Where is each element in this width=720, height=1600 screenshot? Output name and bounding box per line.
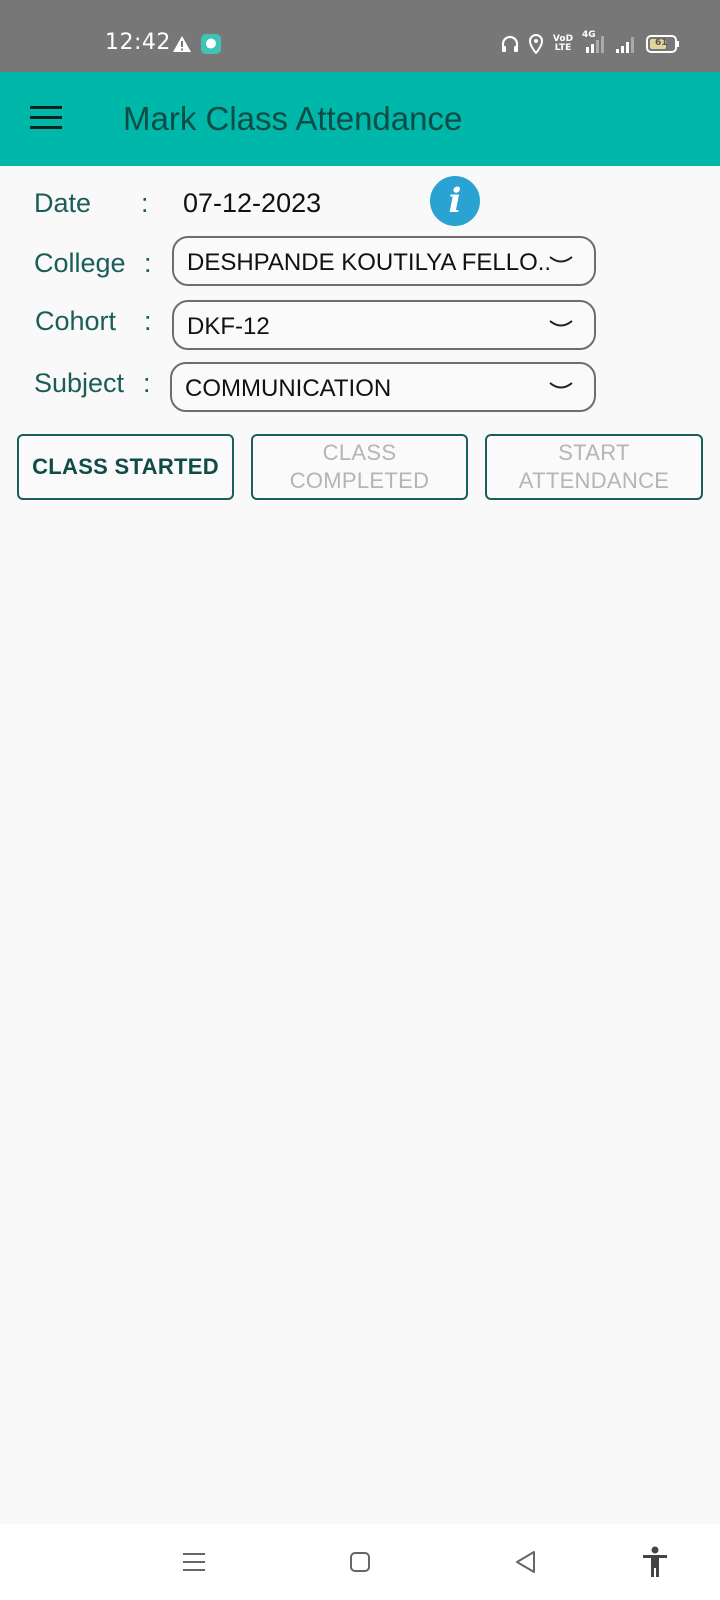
chevron-down-icon [549,382,573,389]
cohort-dropdown[interactable]: DKF-12 [172,300,596,350]
chevron-down-icon [549,256,573,263]
system-nav-bar [0,1524,720,1600]
cohort-colon: : [144,306,152,336]
subject-colon: : [143,368,151,398]
cohort-label: Cohort [35,306,117,336]
subject-selected-value: COMMUNICATION [185,375,392,402]
class-completed-button[interactable]: CLASS COMPLETED [251,434,468,500]
location-icon [528,33,544,55]
class-started-button[interactable]: CLASS STARTED [17,434,234,500]
status-right-icons: VoD LTE 4G 61 [500,30,680,55]
college-label: College [34,248,126,278]
signal-4g-icon: 4G [582,30,606,55]
class-completed-label: CLASS COMPLETED [290,439,430,495]
warning-icon [172,33,192,55]
start-attendance-line1: START [558,440,630,465]
college-dropdown[interactable]: DESHPANDE KOUTILYA FELLO.. [172,236,596,286]
date-value: 07-12-2023 [183,188,322,218]
start-attendance-button[interactable]: START ATTENDANCE [485,434,703,500]
cohort-selected-value: DKF-12 [187,313,270,340]
menu-line [30,126,62,129]
subject-dropdown[interactable]: COMMUNICATION [170,362,596,412]
app-bar: Mark Class Attendance [0,72,720,166]
volte-label: VoD LTE [552,34,574,53]
chevron-down-icon [549,320,573,327]
date-colon: : [141,188,149,218]
menu-line [30,106,62,109]
status-left-icons [172,33,222,55]
hamburger-menu-icon[interactable] [28,100,68,140]
volte-icon: VoD LTE [552,33,574,55]
battery-level: 61 [655,38,668,48]
net-type-label: 4G [582,30,596,40]
start-attendance-label: START ATTENDANCE [519,439,670,495]
info-glyph: i [448,181,462,221]
info-icon[interactable]: i [430,176,480,226]
back-triangle-icon[interactable] [508,1544,544,1580]
recents-menu-icon[interactable] [176,1544,212,1580]
class-completed-line2: COMPLETED [289,468,430,493]
college-colon: : [144,248,152,278]
page-title: Mark Class Attendance [123,100,463,137]
subject-label: Subject [34,368,125,398]
screen: 12:42 VoD LTE 4G 61 Mark Class Attendanc… [0,0,720,1600]
battery-icon: 61 [646,33,680,55]
accessibility-icon[interactable] [637,1544,673,1580]
menu-line [30,116,62,119]
status-time: 12:42 [105,30,171,55]
headphones-icon [500,33,520,55]
date-label: Date [34,188,92,218]
home-square-icon[interactable] [342,1544,378,1580]
start-attendance-line2: ATTENDANCE [518,468,670,493]
class-started-label: CLASS STARTED [32,454,219,479]
college-selected-value: DESHPANDE KOUTILYA FELLO.. [187,249,552,276]
class-completed-line1: CLASS [322,440,397,465]
chat-app-icon [200,33,222,55]
signal-icon [614,33,638,55]
status-bar: 12:42 VoD LTE 4G 61 [0,0,720,72]
